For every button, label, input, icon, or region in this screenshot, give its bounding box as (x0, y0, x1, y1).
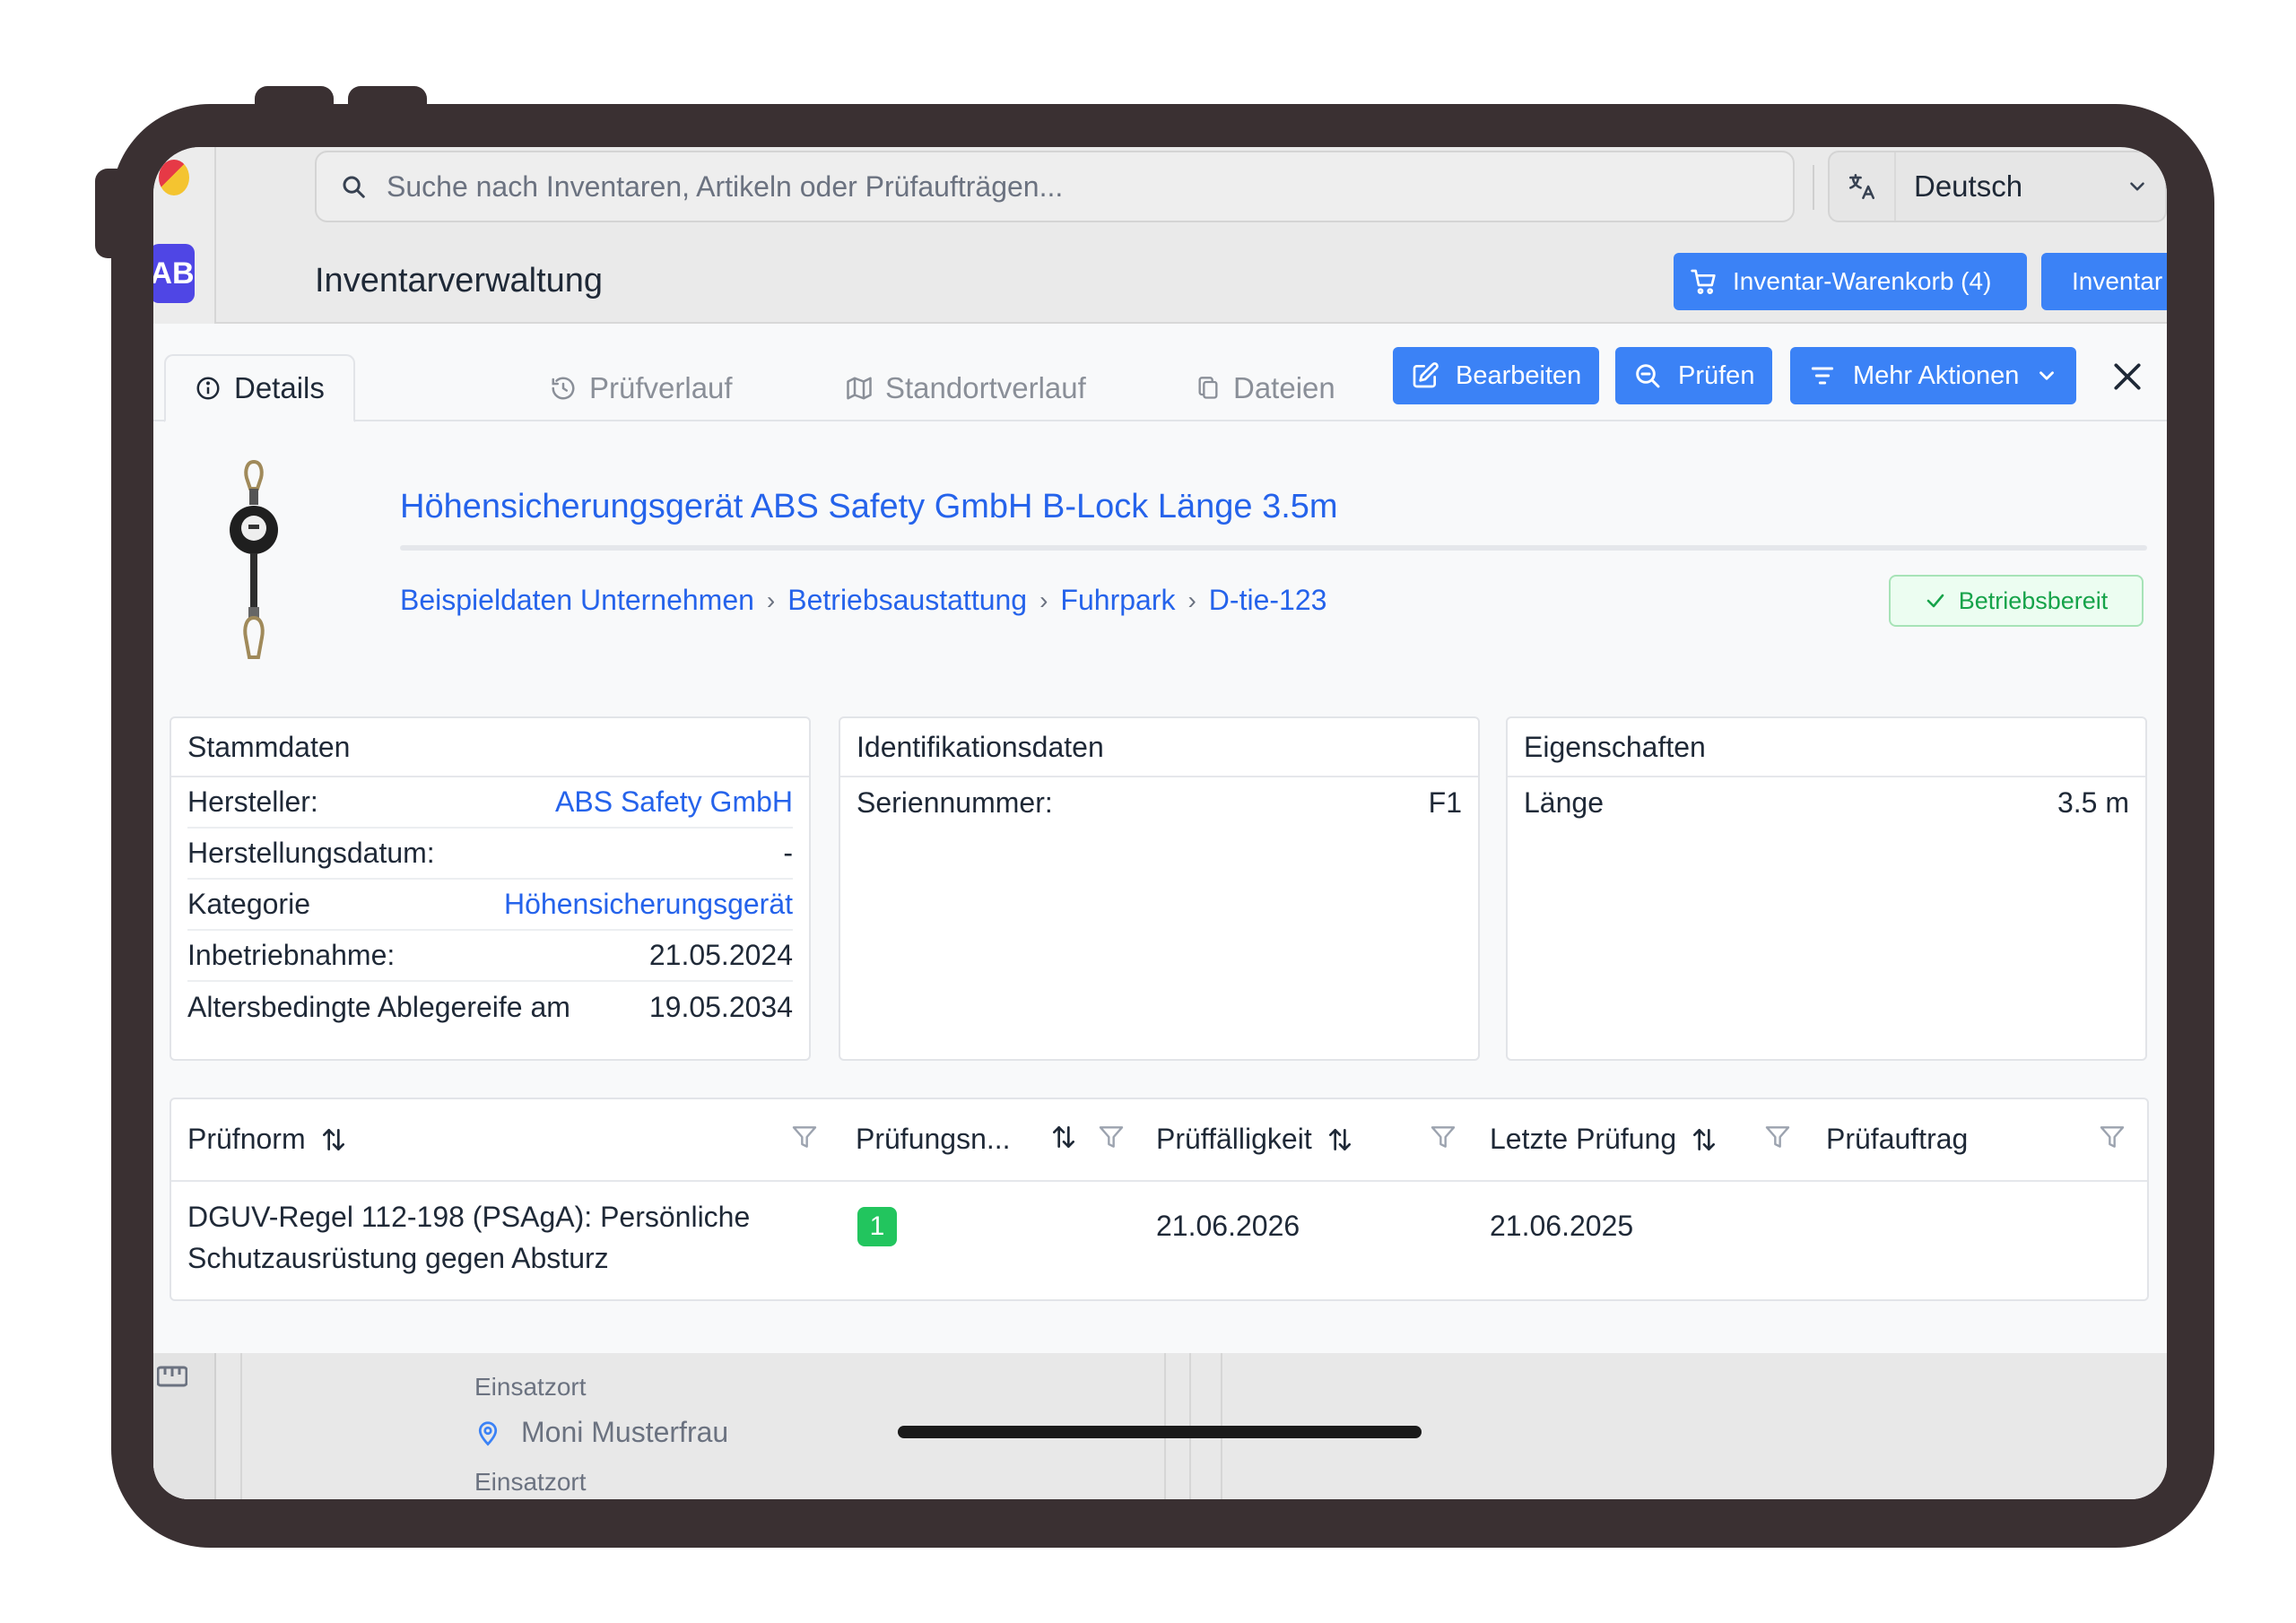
breadcrumb: Beispieldaten Unternehmen › Betriebsaust… (400, 584, 1326, 617)
column-header[interactable]: Prüfauftrag (1826, 1123, 1968, 1156)
last-inspection-cell: 21.06.2025 (1490, 1210, 1634, 1242)
inspection-table: Prüfnorm Prüfungsn... Prüffälligkeit Let… (170, 1098, 2149, 1301)
app-logo[interactable] (159, 160, 189, 195)
language-select[interactable]: Deutsch (1828, 151, 2167, 222)
menu-lines-icon (1811, 367, 1834, 385)
home-indicator (898, 1426, 1422, 1438)
top-bar: Deutsch Inventarverwaltung Inventar-Ware… (216, 147, 2167, 323)
location-label: Einsatzort (474, 1373, 587, 1401)
close-icon[interactable] (2110, 360, 2144, 394)
column-header[interactable]: Prüfungsn... (856, 1123, 1011, 1156)
translate-icon (1830, 152, 1896, 221)
sort-icon[interactable] (1325, 1125, 1355, 1154)
card-row: Altersbedingte Ablegereife am 19.05.2034 (187, 991, 793, 1023)
search-input[interactable] (387, 169, 1732, 204)
divider (1813, 165, 1814, 210)
properties-card: Eigenschaften Länge 3.5 m (1506, 716, 2147, 1061)
inspection-count-badge: 1 (857, 1207, 897, 1246)
chevron-down-icon (2039, 371, 2055, 380)
global-search[interactable] (315, 151, 1795, 222)
cart-icon (1691, 269, 1716, 294)
check-icon (1926, 594, 1944, 608)
sort-icon[interactable] (318, 1125, 349, 1154)
tabs-divider (153, 420, 2167, 421)
language-label: Deutsch (1914, 169, 2023, 203)
tab-details[interactable]: Details (164, 354, 355, 422)
tab-location-history[interactable]: Standortverlauf (817, 354, 1115, 422)
sort-icon[interactable] (1048, 1123, 1079, 1151)
breadcrumb-item[interactable]: D-tie-123 (1209, 584, 1327, 617)
inspect-button[interactable]: Prüfen (1615, 347, 1773, 404)
search-icon (343, 176, 365, 198)
breadcrumb-item[interactable]: Beispieldaten Unternehmen (400, 584, 754, 617)
item-title[interactable]: Höhensicherungsgerät ABS Safety GmbH B-L… (400, 488, 1338, 526)
product-image (230, 459, 278, 659)
norm-cell-line1: DGUV-Regel 112-198 (PSAgA): Persönliche (187, 1201, 751, 1233)
create-inventory-button[interactable]: Inventar anlegen (2041, 253, 2167, 310)
card-title: Identifikationsdaten (840, 718, 1478, 777)
column-header[interactable]: Prüffälligkeit (1156, 1123, 1355, 1156)
due-date-cell: 21.06.2026 (1156, 1210, 1300, 1242)
column-header[interactable]: Letzte Prüfung (1490, 1123, 1719, 1156)
filter-icon[interactable] (790, 1123, 819, 1151)
filter-icon[interactable] (1429, 1123, 1457, 1151)
map-icon (847, 377, 872, 400)
filter-icon[interactable] (2098, 1123, 2126, 1151)
history-icon (552, 377, 575, 400)
tablet-screen: AB Deutsch Inventarverwaltung Inventar-W… (153, 147, 2167, 1499)
inspect-search-icon (1636, 364, 1660, 388)
manufacturer-link[interactable]: ABS Safety GmbH (555, 785, 793, 819)
person-name[interactable]: Moni Musterfrau (521, 1416, 728, 1449)
card-row: Seriennummer: F1 (857, 786, 1462, 819)
card-title: Stammdaten (171, 718, 809, 777)
filter-icon[interactable] (1763, 1123, 1792, 1151)
status-badge: Betriebsbereit (1889, 575, 2144, 627)
info-icon (196, 377, 220, 400)
edit-icon (1413, 362, 1439, 388)
inventory-cart-button[interactable]: Inventar-Warenkorb (4) (1674, 253, 2027, 310)
card-row: Hersteller: ABS Safety GmbH (187, 777, 793, 829)
tab-files[interactable]: Dateien (1167, 354, 1364, 422)
sort-icon[interactable] (1689, 1125, 1719, 1154)
chevron-right-icon: › (766, 586, 776, 614)
more-actions-button[interactable]: Mehr Aktionen (1790, 347, 2077, 404)
card-title: Eigenschaften (1508, 718, 2145, 777)
ruler-icon (157, 1366, 187, 1387)
user-avatar[interactable]: AB (153, 244, 195, 303)
master-data-card: Stammdaten Hersteller: ABS Safety GmbH H… (170, 716, 811, 1061)
card-row: Kategorie Höhensicherungsgerät (187, 880, 793, 931)
chevron-down-icon (2130, 182, 2144, 191)
breadcrumb-item[interactable]: Betriebsaustattung (787, 584, 1027, 617)
inventory-detail-panel: Details Prüfverlauf Standortverlauf Date… (153, 324, 2167, 1353)
filter-icon[interactable] (1097, 1123, 1126, 1151)
chevron-right-icon: › (1187, 586, 1196, 614)
location-pin-icon (478, 1421, 498, 1446)
norm-cell-line2: Schutzausrüstung gegen Absturz (187, 1242, 609, 1274)
table-header: Prüfnorm Prüfungsn... Prüffälligkeit Let… (171, 1099, 2147, 1182)
column-header[interactable]: Prüfnorm (187, 1123, 349, 1156)
page-title: Inventarverwaltung (315, 262, 604, 299)
category-link[interactable]: Höhensicherungsgerät (504, 888, 793, 921)
card-row: Länge 3.5 m (1524, 786, 2129, 819)
tab-inspection-history[interactable]: Prüfverlauf (521, 354, 761, 422)
title-underline (400, 545, 2147, 551)
card-row: Herstellungsdatum: - (187, 829, 793, 880)
breadcrumb-item[interactable]: Fuhrpark (1060, 584, 1175, 617)
identification-card: Identifikationsdaten Seriennummer: F1 (839, 716, 1480, 1061)
edit-button[interactable]: Bearbeiten (1393, 347, 1600, 404)
location-label: Einsatzort (474, 1468, 587, 1496)
card-row: Inbetriebnahme: 21.05.2024 (187, 931, 793, 982)
files-icon (1198, 377, 1218, 399)
chevron-right-icon: › (1039, 586, 1048, 614)
